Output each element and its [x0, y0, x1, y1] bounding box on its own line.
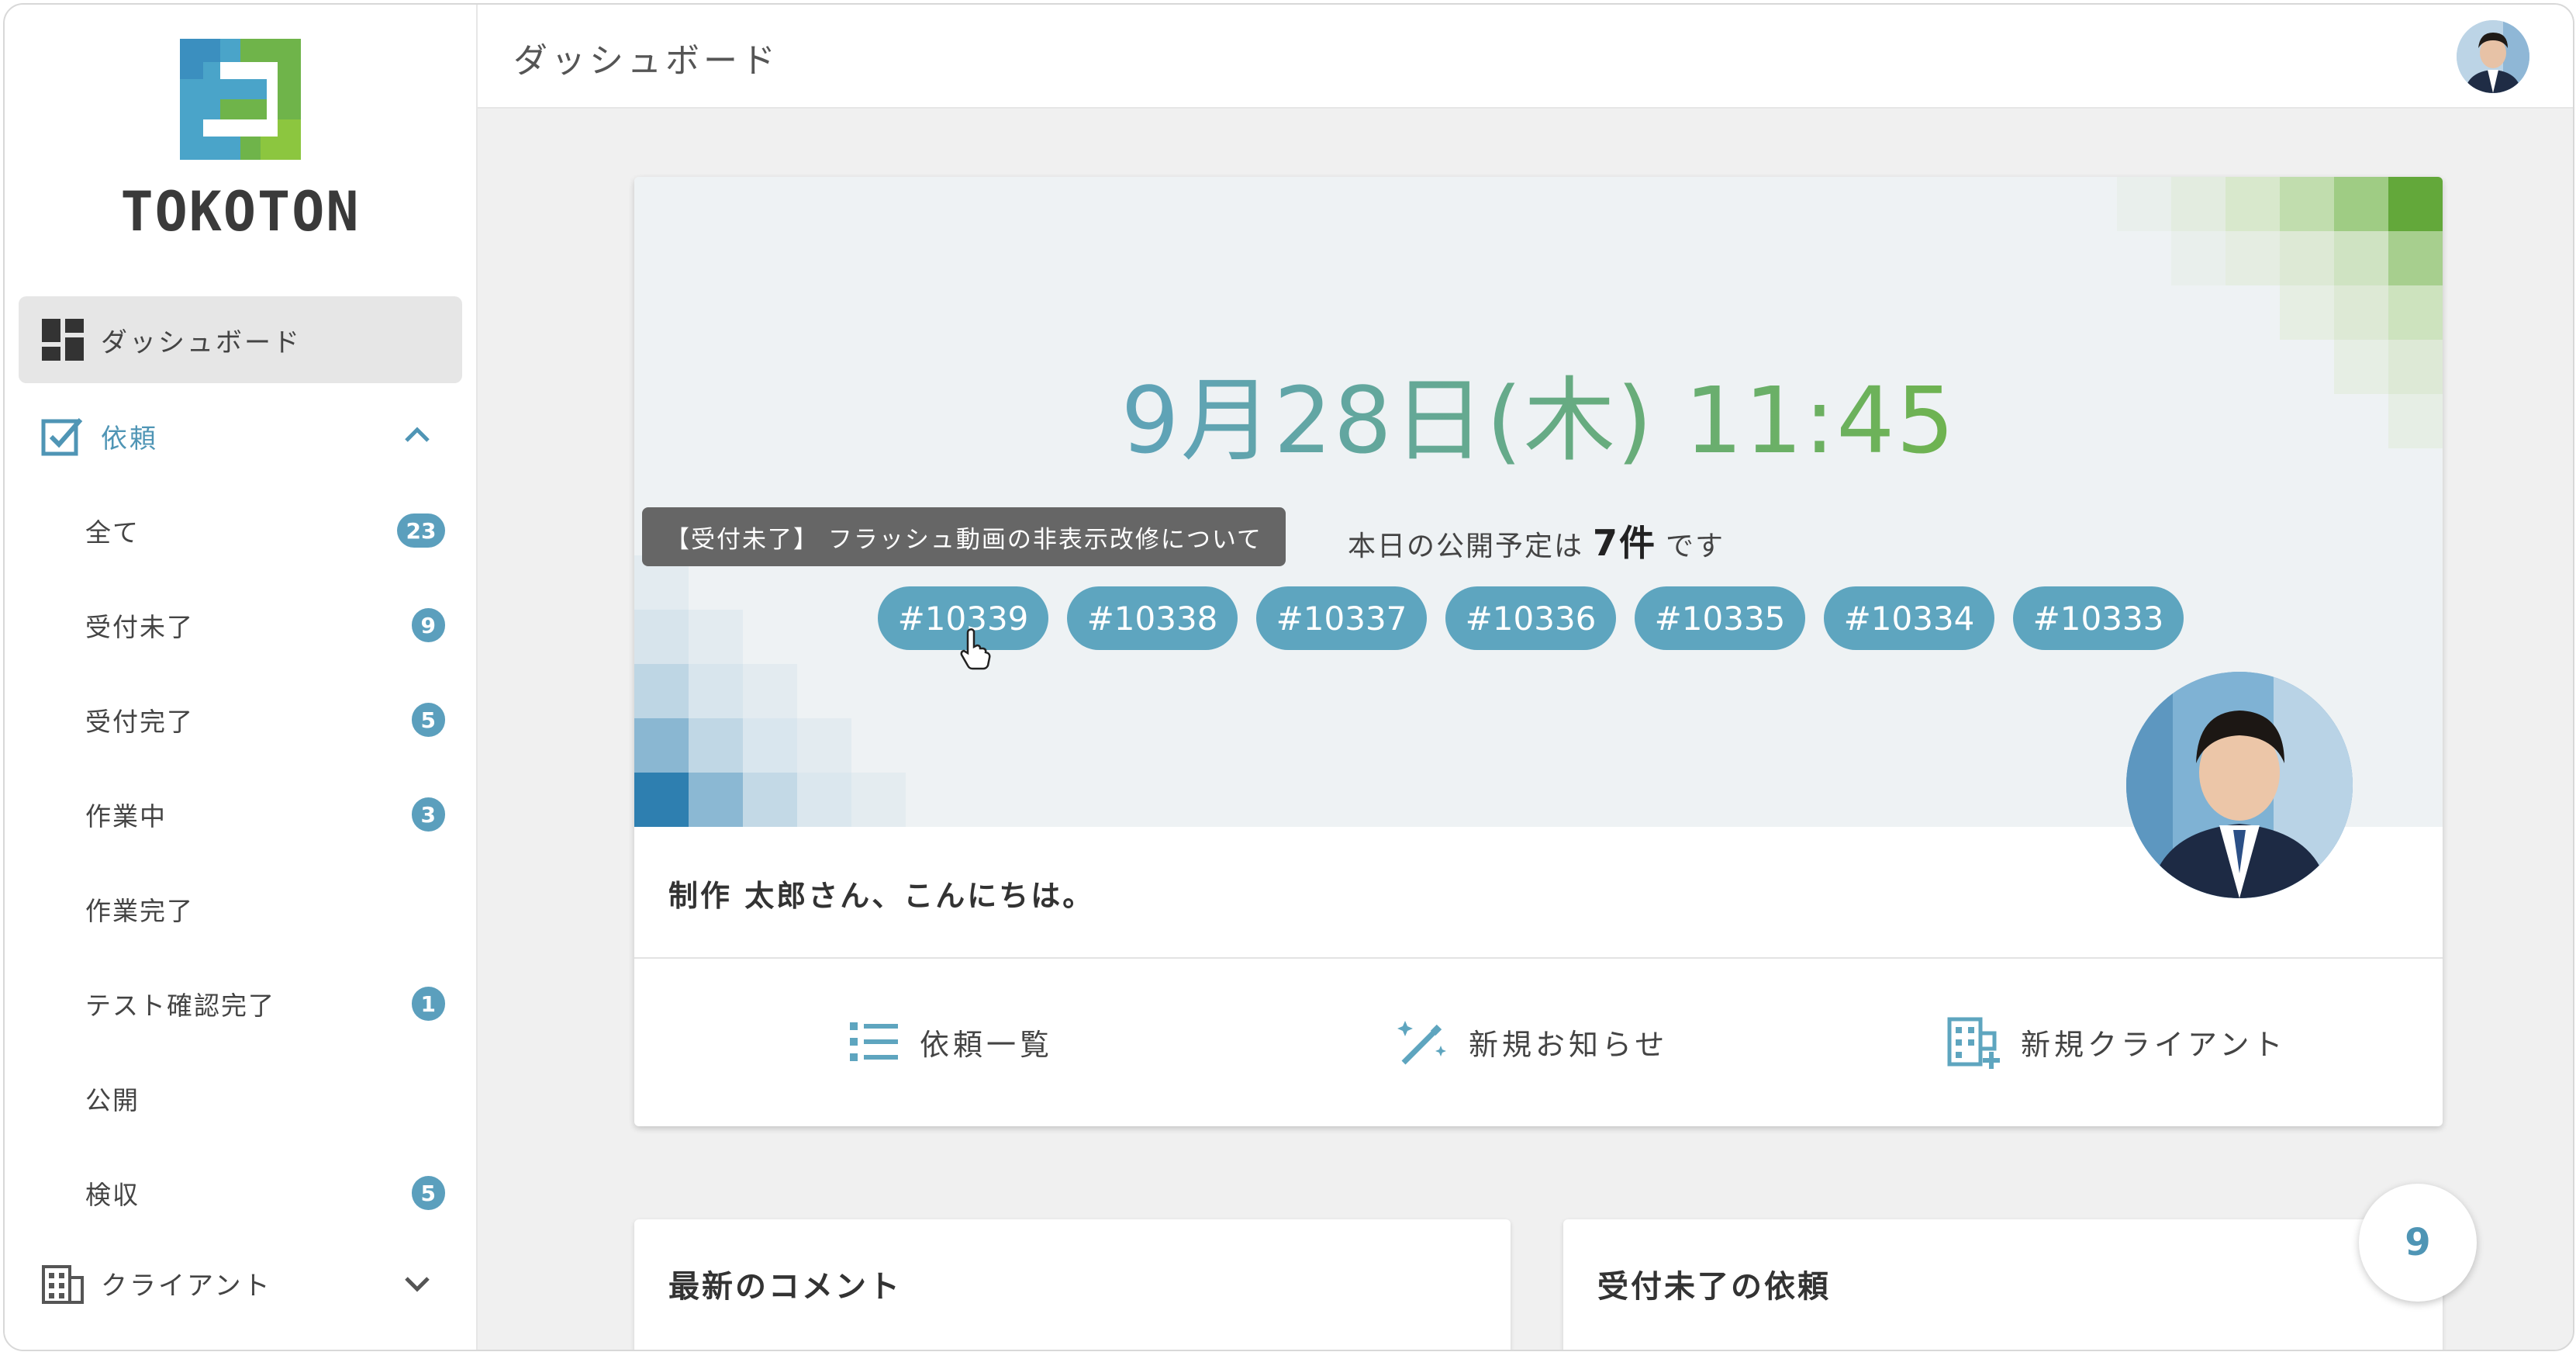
list-icon — [850, 1022, 898, 1061]
new-notice-button[interactable]: 新規お知らせ — [1394, 1007, 1668, 1077]
sidebar-subitem-all[interactable]: 全て 23 — [5, 492, 476, 569]
new-client-button[interactable]: 新規クライアント — [1946, 1007, 2286, 1077]
dashboard-hero-card: 9月28日(木) 11:45 【受付未了】 フラッシュ動画の非表示改修について … — [634, 177, 2443, 1126]
sidebar-subitem-accepted[interactable]: 受付完了 5 — [5, 681, 476, 759]
count-badge: 5 — [411, 1176, 445, 1210]
building-icon — [42, 1265, 84, 1304]
sidebar-item-label: ダッシュボード — [101, 327, 302, 358]
user-avatar-image — [2457, 20, 2529, 93]
current-datetime: 9月28日(木) 11:45 — [634, 346, 2443, 479]
checkbox-edit-icon — [41, 418, 83, 456]
sidebar-subitem-label: テスト確認完了 — [85, 991, 275, 1021]
latest-comments-card: 最新のコメント — [634, 1219, 1511, 1350]
sidebar-subitem-label: 受付未了 — [85, 612, 194, 642]
sidebar-subitem-label: 作業完了 — [85, 896, 194, 926]
logo-text: TOKOTON — [120, 180, 361, 244]
sidebar-subitem-test-done[interactable]: テスト確認完了 1 — [5, 965, 476, 1043]
new-client-label: 新規クライアント — [2021, 1027, 2287, 1062]
logo-icon — [180, 39, 301, 160]
request-list-label: 依頼一覧 — [920, 1027, 1054, 1062]
ticket-chip[interactable]: #10334 — [1824, 586, 1994, 650]
sidebar-subitem-label: 受付完了 — [85, 707, 194, 737]
ticket-chip[interactable]: #10333 — [2013, 586, 2184, 650]
count-badge: 23 — [397, 513, 445, 548]
count-badge: 9 — [411, 608, 445, 642]
page-title: ダッシュボード — [513, 41, 779, 81]
chevron-up-icon[interactable] — [400, 419, 434, 453]
schedule-suffix: です — [1666, 531, 1725, 562]
profile-photo-image — [2126, 672, 2353, 898]
sidebar-subitem-unaccepted[interactable]: 受付未了 9 — [5, 586, 476, 664]
request-list-button[interactable]: 依頼一覧 — [845, 1007, 1053, 1077]
dashboard-icon — [42, 319, 84, 361]
card-title: 最新のコメント — [668, 1269, 902, 1305]
hand-cursor-icon — [960, 628, 991, 670]
unaccepted-requests-card: 受付未了の依頼 — [1563, 1219, 2443, 1350]
sidebar: TOKOTON ダッシュボード 依頼 全て 23 受付未了 9 受付完了 5 作… — [5, 5, 478, 1350]
new-notice-label: 新規お知らせ — [1469, 1027, 1669, 1062]
ticket-list: #10339 #10338 #10337 #10336 #10335 #1033… — [878, 586, 2184, 650]
sidebar-subitem-in-progress[interactable]: 作業中 3 — [5, 776, 476, 853]
sidebar-subitem-label: 作業中 — [85, 801, 167, 832]
sidebar-item-label: クライアント — [101, 1270, 272, 1302]
schedule-prefix: 本日の公開予定は — [1348, 531, 1584, 562]
divider — [634, 957, 2443, 959]
sidebar-item-label: 依頼 — [101, 423, 158, 455]
app-window: TOKOTON ダッシュボード 依頼 全て 23 受付未了 9 受付完了 5 作… — [3, 3, 2574, 1351]
count-badge: 3 — [411, 797, 445, 832]
sidebar-item-clients[interactable]: クライアント — [5, 1244, 476, 1322]
greeting-text: 制作 太郎さん、こんにちは。 — [668, 879, 1095, 913]
building-add-icon — [1947, 1017, 2000, 1069]
user-avatar[interactable] — [2457, 20, 2529, 93]
publish-schedule: 本日の公開予定は 7件 です — [1348, 515, 1725, 566]
schedule-count: 7件 — [1593, 522, 1657, 564]
ticket-chip[interactable]: #10335 — [1635, 586, 1805, 650]
notification-count-button[interactable]: 9 — [2359, 1184, 2477, 1302]
sidebar-subitem-label: 公開 — [85, 1085, 140, 1115]
sidebar-subitem-inspection[interactable]: 検収 5 — [5, 1154, 476, 1232]
profile-photo — [2126, 672, 2353, 898]
sidebar-subitem-work-done[interactable]: 作業完了 — [5, 870, 476, 948]
sidebar-subitem-published[interactable]: 公開 — [5, 1060, 476, 1137]
chevron-down-icon[interactable] — [400, 1266, 434, 1300]
sidebar-item-requests[interactable]: 依頼 — [5, 397, 476, 475]
ticket-chip[interactable]: #10338 — [1067, 586, 1238, 650]
ticket-tooltip: 【受付未了】 フラッシュ動画の非表示改修について — [642, 507, 1286, 566]
count-badge: 5 — [411, 703, 445, 737]
sidebar-subitem-label: 検収 — [85, 1180, 140, 1210]
ticket-chip[interactable]: #10337 — [1256, 586, 1427, 650]
card-title: 受付未了の依頼 — [1597, 1269, 1831, 1305]
sidebar-item-dashboard-row[interactable]: ダッシュボード — [5, 301, 476, 379]
ticket-chip[interactable]: #10336 — [1445, 586, 1616, 650]
magic-pen-icon — [1397, 1021, 1446, 1065]
count-badge: 1 — [411, 987, 445, 1021]
top-header: ダッシュボード — [478, 5, 2573, 109]
sidebar-subitem-label: 全て — [85, 517, 140, 548]
